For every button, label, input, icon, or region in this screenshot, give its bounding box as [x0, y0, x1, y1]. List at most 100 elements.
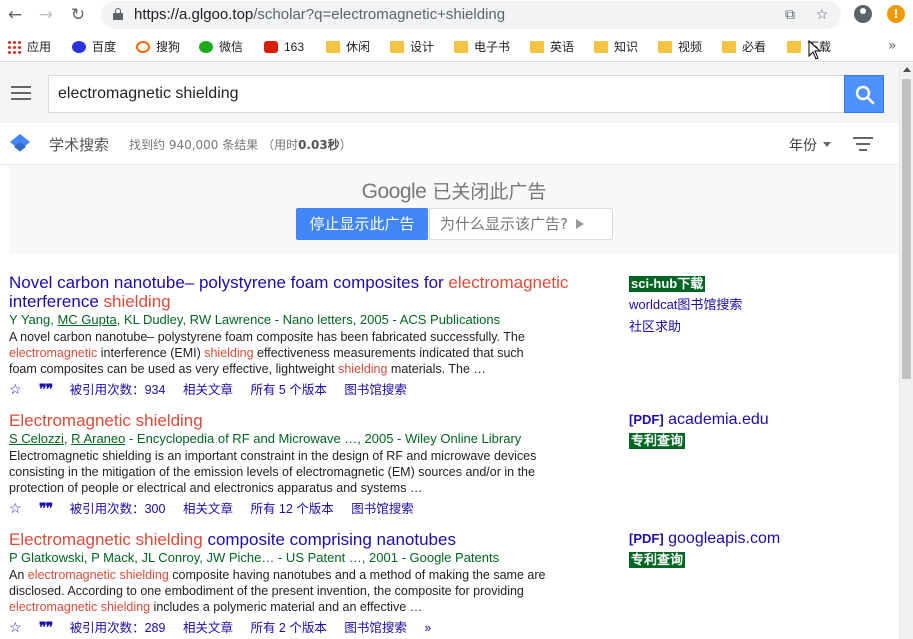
url-text[interactable]: https://a.glgoo.top/scholar?q=electromag…	[134, 6, 505, 23]
result-title-link[interactable]: Electromagnetic shielding	[9, 411, 619, 430]
mouse-cursor-icon	[808, 40, 822, 60]
result-authors: S Celozzi, R Araneo - Encyclopedia of RF…	[9, 431, 522, 446]
update-icon[interactable]: !	[887, 5, 905, 23]
result-snippet: Electromagnetic shielding is an importan…	[9, 449, 537, 495]
result-stats: 找到约 940,000 条结果 （用时0.03秒）	[129, 138, 352, 152]
library-search-link[interactable]: 图书馆搜索	[344, 383, 407, 397]
worldcat-link[interactable]: worldcat图书馆搜索	[629, 293, 742, 316]
filter-options-icon[interactable]	[853, 137, 873, 151]
address-bar[interactable]: https://a.glgoo.top/scholar?q=electromag…	[101, 1, 841, 29]
lock-icon[interactable]	[113, 8, 123, 20]
folder-icon	[390, 41, 404, 53]
save-star-icon[interactable]: ☆	[9, 500, 22, 516]
bookmarks-overflow-icon[interactable]: »	[888, 38, 897, 54]
year-filter-dropdown[interactable]: 年份	[789, 135, 831, 155]
scroll-up-arrow-icon[interactable]	[903, 67, 911, 72]
bookmark-star-icon[interactable]: ☆	[813, 6, 831, 24]
patent-search-badge[interactable]: 专利查询	[629, 433, 686, 449]
related-articles-link[interactable]: 相关文章	[183, 621, 233, 635]
library-search-link[interactable]: 图书馆搜索	[351, 502, 414, 516]
reload-icon[interactable]: ↻	[67, 4, 89, 26]
search-result-3: Electromagnetic shielding composite comp…	[9, 530, 619, 636]
search-input[interactable]	[58, 85, 818, 103]
forward-icon[interactable]: →	[35, 4, 57, 26]
folder-icon	[787, 41, 801, 53]
result-authors: P Glatkowski, P Mack, JL Conroy, JW Pich…	[9, 550, 500, 565]
google-wordmark: Google	[361, 180, 427, 203]
page-scrollbar[interactable]	[899, 63, 913, 639]
ad-closed-message: Google 已关闭此广告	[361, 180, 547, 203]
bookmark-sogou[interactable]: 搜狗	[136, 38, 180, 56]
wechat-icon	[199, 41, 213, 53]
bookmark-folder-ebooks[interactable]: 电子书	[454, 38, 510, 56]
patent-search-badge[interactable]: 专利查询	[629, 552, 686, 568]
caret-down-icon	[823, 142, 831, 147]
translate-icon[interactable]: ⧉	[781, 6, 799, 24]
bookmark-folder-must-see[interactable]: 必看	[722, 38, 766, 56]
stop-showing-ad-button[interactable]: 停止显示此广告	[296, 208, 428, 240]
closed-ad-banner: Google 已关闭此广告 停止显示此广告 为什么显示该广告?	[9, 166, 899, 254]
save-star-icon[interactable]: ☆	[9, 381, 22, 397]
related-articles-link[interactable]: 相关文章	[183, 502, 233, 516]
pdf-link[interactable]: [PDF] academia.edu	[629, 411, 769, 429]
cite-quote-icon[interactable]: ❞❞	[39, 500, 53, 516]
result-3-side-links: [PDF] googleapis.com 专利查询	[629, 530, 780, 569]
back-icon[interactable]: ←	[4, 4, 26, 26]
bookmark-baidu[interactable]: 百度	[72, 38, 116, 56]
result-actions: ☆ ❞❞ 被引用次数：934 相关文章 所有 5 个版本 图书馆搜索	[9, 379, 619, 398]
save-star-icon[interactable]: ☆	[9, 619, 22, 635]
all-versions-link[interactable]: 所有 5 个版本	[250, 383, 326, 397]
bookmark-folder-design[interactable]: 设计	[390, 38, 434, 56]
sogou-icon	[136, 41, 150, 53]
bookmark-folder-video[interactable]: 视频	[658, 38, 702, 56]
bookmark-folder-leisure[interactable]: 休闲	[326, 38, 370, 56]
all-versions-link[interactable]: 所有 12 个版本	[250, 502, 333, 516]
community-help-link[interactable]: 社区求助	[629, 316, 742, 338]
author-link[interactable]: MC Gupta	[57, 312, 116, 327]
pdf-link[interactable]: [PDF] googleapis.com	[629, 530, 780, 548]
why-this-ad-button[interactable]: 为什么显示该广告?	[429, 208, 613, 240]
cited-by-link[interactable]: 被引用次数：934	[70, 383, 166, 397]
folder-icon	[530, 41, 544, 53]
bookmark-apps[interactable]: 应用	[7, 38, 51, 56]
scholar-logo-icon[interactable]	[10, 134, 30, 152]
result-authors: Y Yang, MC Gupta, KL Dudley, RW Lawrence…	[9, 312, 501, 327]
search-result-2: Electromagnetic shielding S Celozzi, R A…	[9, 411, 619, 517]
bookmarks-bar: 应用 百度 搜狗 微信 163 休闲 设计 电子书 英语 知识 视频 必看 下载…	[0, 32, 913, 62]
cite-quote-icon[interactable]: ❞❞	[39, 381, 53, 397]
result-2-side-links: [PDF] academia.edu 专利查询	[629, 411, 769, 450]
scrollbar-thumb[interactable]	[902, 79, 911, 379]
bookmark-163[interactable]: 163	[264, 38, 304, 56]
bookmark-wechat[interactable]: 微信	[199, 38, 243, 56]
cite-quote-icon[interactable]: ❞❞	[39, 619, 53, 635]
scholar-subbar: 学术搜索 找到约 940,000 条结果 （用时0.03秒） 年份	[0, 123, 899, 165]
folder-icon	[594, 41, 608, 53]
more-actions-icon[interactable]: »	[424, 621, 431, 635]
cited-by-link[interactable]: 被引用次数：289	[70, 621, 166, 635]
result-actions: ☆ ❞❞ 被引用次数：300 相关文章 所有 12 个版本 图书馆搜索	[9, 498, 619, 517]
scholar-title[interactable]: 学术搜索	[49, 134, 109, 155]
author-link[interactable]: R Araneo	[71, 431, 125, 446]
folder-icon	[722, 41, 736, 53]
netease-icon	[264, 41, 278, 53]
library-search-link[interactable]: 图书馆搜索	[344, 621, 407, 635]
result-title-link[interactable]: Electromagnetic shielding composite comp…	[9, 530, 619, 549]
bookmark-folder-knowledge[interactable]: 知识	[594, 38, 638, 56]
search-result-1: Novel carbon nanotube– polystyrene foam …	[9, 273, 619, 398]
search-box[interactable]	[48, 75, 845, 113]
author-link[interactable]: S Celozzi	[9, 431, 64, 446]
cited-by-link[interactable]: 被引用次数：300	[70, 502, 166, 516]
result-snippet: An electromagnetic shielding composite h…	[9, 568, 546, 614]
sci-hub-download-badge[interactable]: sci-hub下载	[629, 276, 706, 292]
result-snippet: A novel carbon nanotube– polystyrene foa…	[9, 330, 525, 376]
hamburger-menu-icon[interactable]	[11, 86, 31, 100]
result-1-side-links: sci-hub下载 worldcat图书馆搜索 社区求助	[629, 275, 742, 338]
all-versions-link[interactable]: 所有 2 个版本	[250, 621, 326, 635]
apps-grid-icon	[7, 40, 21, 54]
related-articles-link[interactable]: 相关文章	[183, 383, 233, 397]
result-title-link[interactable]: Novel carbon nanotube– polystyrene foam …	[9, 273, 619, 311]
bookmark-folder-english[interactable]: 英语	[530, 38, 574, 56]
search-button[interactable]	[844, 75, 884, 113]
profile-icon[interactable]	[854, 5, 872, 23]
browser-toolbar: ← → ↻ https://a.glgoo.top/scholar?q=elec…	[0, 0, 913, 32]
